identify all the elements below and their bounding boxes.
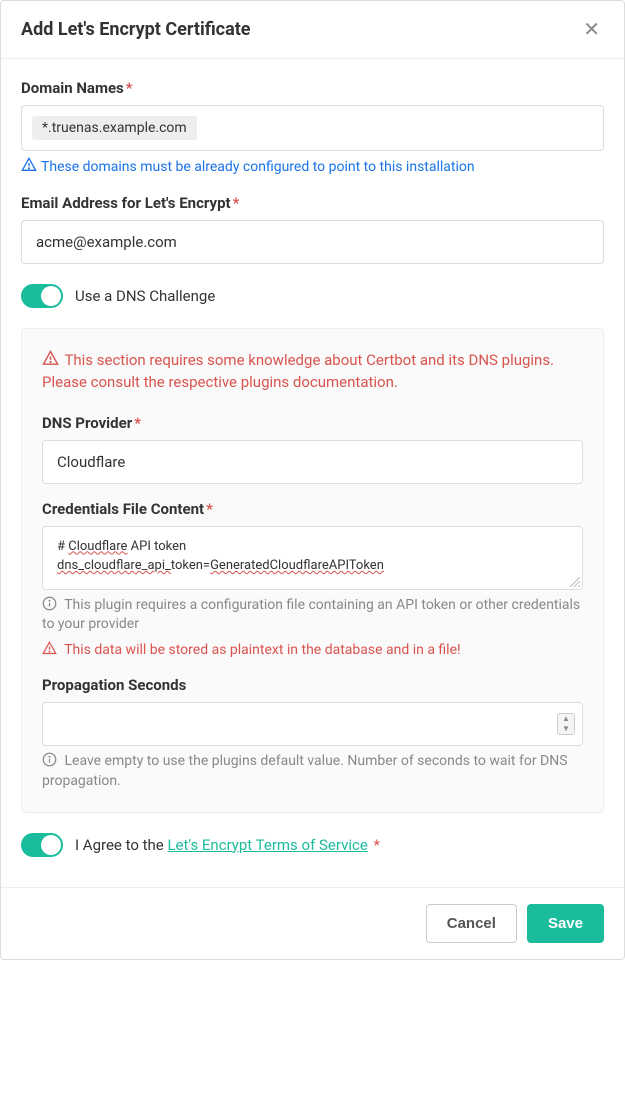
credentials-line-2: dns_cloudflare_api_token=GeneratedCloudf… xyxy=(57,556,568,576)
chevron-down-icon: ▼ xyxy=(562,724,570,734)
required-marker: * xyxy=(126,79,133,97)
warning-icon xyxy=(42,641,57,656)
email-field: Email Address for Let's Encrypt* xyxy=(21,194,604,264)
modal: Add Let's Encrypt Certificate ✕ Domain N… xyxy=(0,0,625,960)
chevron-up-icon: ▲ xyxy=(562,714,570,724)
dns-provider-label: DNS Provider xyxy=(42,414,132,432)
domain-names-hint-text: These domains must be already configured… xyxy=(41,159,475,175)
credentials-text: # xyxy=(57,539,68,554)
propagation-field: Propagation Seconds ▲ ▼ Leave empty to u… xyxy=(42,676,583,791)
propagation-hint: Leave empty to use the plugins default v… xyxy=(42,752,583,791)
required-marker: * xyxy=(233,194,240,212)
credentials-hint-grey: This plugin requires a configuration fil… xyxy=(42,596,583,635)
warning-icon xyxy=(42,350,59,367)
terms-link[interactable]: Let's Encrypt Terms of Service xyxy=(167,836,367,854)
dns-challenge-label: Use a DNS Challenge xyxy=(75,287,215,305)
terms-link-text: Let's Encrypt Terms of Service xyxy=(167,836,367,854)
email-label-row: Email Address for Let's Encrypt* xyxy=(21,194,604,212)
credentials-text: GeneratedCloudflareAPIToken xyxy=(210,558,384,573)
required-marker: * xyxy=(374,836,380,854)
domain-names-input[interactable]: *.truenas.example.com xyxy=(21,105,604,151)
credentials-label: Credentials File Content xyxy=(42,500,204,518)
close-icon: ✕ xyxy=(583,19,600,41)
dns-section-warning: This section requires some knowledge abo… xyxy=(42,349,583,394)
credentials-text: Cloudflare xyxy=(68,539,127,554)
domain-tag-label: *.truenas.example.com xyxy=(42,120,187,136)
email-label: Email Address for Let's Encrypt xyxy=(21,194,231,212)
agree-label: I Agree to the Let's Encrypt Terms of Se… xyxy=(75,836,380,854)
agree-prefix: I Agree to the xyxy=(75,836,167,854)
credentials-text: token= xyxy=(171,558,210,573)
modal-title: Add Let's Encrypt Certificate xyxy=(21,19,251,40)
credentials-text: dns_cloudflare_api_ xyxy=(57,558,171,573)
info-icon xyxy=(42,596,57,611)
number-spinner[interactable]: ▲ ▼ xyxy=(557,713,575,735)
domain-names-label: Domain Names xyxy=(21,79,124,97)
propagation-input[interactable] xyxy=(42,702,583,746)
credentials-hint-red: This data will be stored as plaintext in… xyxy=(42,641,583,661)
required-marker: * xyxy=(206,500,213,518)
domain-names-field: Domain Names* *.truenas.example.com Thes… xyxy=(21,79,604,178)
propagation-input-wrap: ▲ ▼ xyxy=(42,702,583,746)
credentials-field: Credentials File Content* # Cloudflare A… xyxy=(42,500,583,661)
dns-provider-field: DNS Provider* Cloudflare xyxy=(42,414,583,484)
close-button[interactable]: ✕ xyxy=(579,20,604,40)
email-input[interactable] xyxy=(21,220,604,264)
domain-tag[interactable]: *.truenas.example.com xyxy=(32,116,197,140)
propagation-hint-text: Leave empty to use the plugins default v… xyxy=(42,753,568,789)
credentials-text: API token xyxy=(127,539,186,554)
dns-challenge-row: Use a DNS Challenge xyxy=(21,284,604,308)
save-button[interactable]: Save xyxy=(527,904,604,943)
propagation-label-row: Propagation Seconds xyxy=(42,676,583,694)
credentials-hint-grey-text: This plugin requires a configuration fil… xyxy=(42,597,580,633)
dns-challenge-toggle[interactable] xyxy=(21,284,63,308)
domain-names-label-row: Domain Names* xyxy=(21,79,604,97)
agree-toggle[interactable] xyxy=(21,833,63,857)
warning-icon xyxy=(21,157,37,173)
resize-handle-icon xyxy=(570,577,580,587)
modal-body: Domain Names* *.truenas.example.com Thes… xyxy=(1,59,624,887)
agree-row: I Agree to the Let's Encrypt Terms of Se… xyxy=(21,833,604,857)
cancel-button[interactable]: Cancel xyxy=(426,904,517,943)
credentials-hint-red-text: This data will be stored as plaintext in… xyxy=(64,642,460,658)
modal-header: Add Let's Encrypt Certificate ✕ xyxy=(1,1,624,59)
cancel-button-label: Cancel xyxy=(447,915,496,932)
dns-section-warning-text: This section requires some knowledge abo… xyxy=(42,351,554,392)
info-icon xyxy=(42,752,57,767)
dns-section: This section requires some knowledge abo… xyxy=(21,328,604,813)
propagation-label: Propagation Seconds xyxy=(42,676,186,694)
credentials-line-1: # Cloudflare API token xyxy=(57,537,568,557)
dns-provider-select[interactable]: Cloudflare xyxy=(42,440,583,484)
domain-names-hint: These domains must be already configured… xyxy=(21,157,604,178)
credentials-label-row: Credentials File Content* xyxy=(42,500,583,518)
required-marker: * xyxy=(134,414,141,432)
modal-footer: Cancel Save xyxy=(1,887,624,959)
dns-provider-value: Cloudflare xyxy=(57,453,125,471)
dns-provider-label-row: DNS Provider* xyxy=(42,414,583,432)
credentials-textarea[interactable]: # Cloudflare API token dns_cloudflare_ap… xyxy=(42,526,583,590)
save-button-label: Save xyxy=(548,915,583,932)
